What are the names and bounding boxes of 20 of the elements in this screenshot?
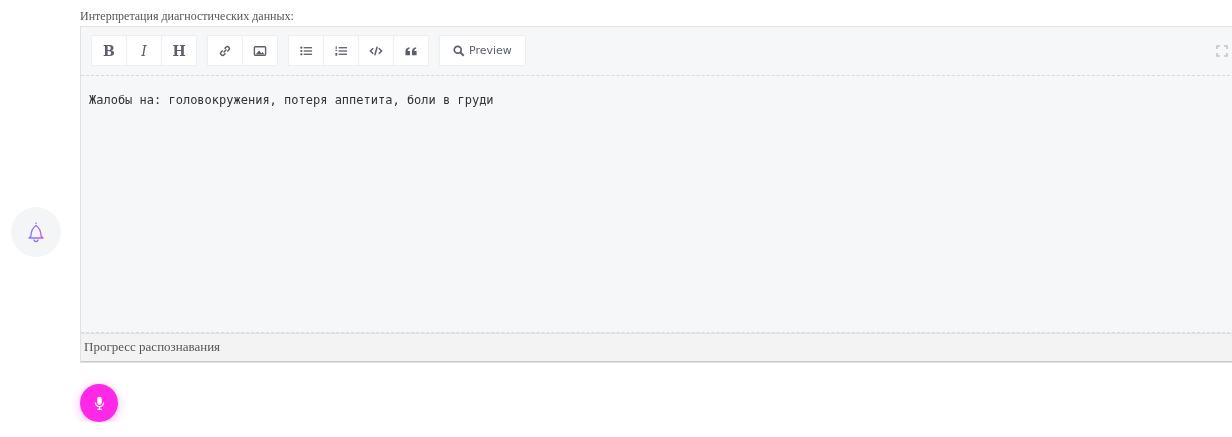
bullet-list-button[interactable]: [288, 35, 324, 66]
bell-icon: [26, 221, 46, 243]
editor-text: Жалобы на: головокружения, потеря аппетита, боли в груди: [89, 93, 494, 107]
link-button[interactable]: [207, 35, 243, 66]
numbered-list-icon: [334, 43, 348, 58]
preview-button[interactable]: Preview: [439, 35, 526, 66]
search-icon: [453, 44, 465, 57]
link-icon: [218, 43, 232, 58]
notification-button[interactable]: [11, 207, 61, 257]
heading-button[interactable]: H: [161, 35, 197, 66]
microphone-icon: [93, 395, 105, 411]
quote-button[interactable]: [393, 35, 429, 66]
field-label: Интерпретация диагностических данных:: [80, 8, 295, 25]
code-button[interactable]: [358, 35, 394, 66]
numbered-list-button[interactable]: [323, 35, 359, 66]
bold-button[interactable]: B: [91, 35, 127, 66]
italic-button[interactable]: I: [126, 35, 162, 66]
image-button[interactable]: [242, 35, 278, 66]
microphone-button[interactable]: [80, 384, 118, 422]
image-icon: [253, 43, 267, 58]
